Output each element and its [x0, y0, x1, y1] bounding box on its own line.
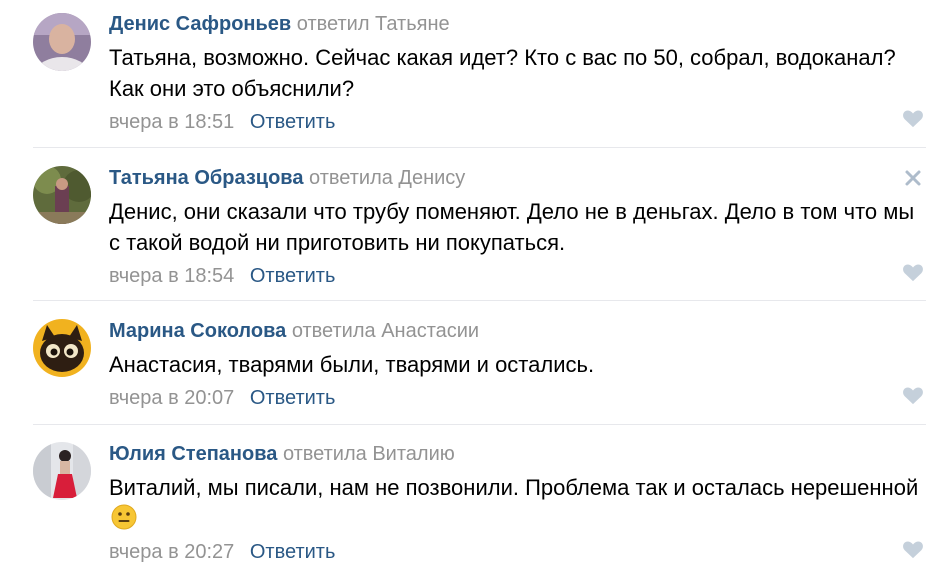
- comment-meta: вчера в 18:54 Ответить: [109, 264, 930, 288]
- avatar[interactable]: [33, 319, 91, 377]
- timestamp[interactable]: вчера в 20:27: [109, 541, 234, 563]
- comments-feed: Денис Сафроньев ответил Татьяне Татьяна,…: [0, 0, 950, 569]
- replied-to[interactable]: ответила Виталию: [283, 443, 455, 465]
- avatar[interactable]: [33, 13, 91, 71]
- reply-button[interactable]: Ответить: [250, 387, 336, 409]
- author-name[interactable]: Марина Соколова: [109, 320, 286, 342]
- avatar[interactable]: [33, 442, 91, 500]
- heart-icon[interactable]: [902, 539, 924, 559]
- divider: [33, 147, 926, 148]
- author-name[interactable]: Денис Сафроньев: [109, 13, 291, 35]
- avatar[interactable]: [33, 166, 91, 224]
- comment-text-content: Виталий, мы писали, нам не позвонили. Пр…: [109, 475, 919, 500]
- comment-text: Анастасия, тварями были, тварями и остал…: [109, 352, 595, 377]
- replied-to[interactable]: ответил Татьяне: [297, 13, 450, 35]
- author-name[interactable]: Татьяна Образцова: [109, 167, 303, 189]
- heart-icon[interactable]: [902, 262, 924, 282]
- comment-header: Татьяна Образцова ответила Денису: [109, 166, 930, 190]
- neutral-face-emoji: [111, 504, 137, 530]
- comment-header: Юлия Степанова ответила Виталию: [109, 442, 930, 466]
- replied-to[interactable]: ответила Анастасии: [292, 320, 479, 342]
- comment-meta: вчера в 20:27 Ответить: [109, 540, 930, 564]
- reply-button[interactable]: Ответить: [250, 541, 336, 563]
- comment-text: Виталий, мы писали, нам не позвонили. Пр…: [109, 472, 930, 534]
- comment-header: Денис Сафроньев ответил Татьяне: [109, 12, 930, 36]
- close-icon[interactable]: [904, 169, 922, 187]
- timestamp[interactable]: вчера в 18:54: [109, 265, 234, 287]
- comment-text: Татьяна, возможно. Сейчас какая идет? Кт…: [109, 45, 896, 101]
- divider: [33, 424, 926, 425]
- comment-meta: вчера в 18:51 Ответить: [109, 110, 930, 134]
- timestamp[interactable]: вчера в 20:07: [109, 387, 234, 409]
- timestamp[interactable]: вчера в 18:51: [109, 111, 234, 133]
- reply-button[interactable]: Ответить: [250, 111, 336, 133]
- reply-button[interactable]: Ответить: [250, 265, 336, 287]
- divider: [33, 300, 926, 301]
- comment-meta: вчера в 20:07 Ответить: [109, 386, 930, 410]
- author-name[interactable]: Юлия Степанова: [109, 443, 277, 465]
- heart-icon[interactable]: [902, 385, 924, 405]
- replied-to[interactable]: ответила Денису: [309, 167, 465, 189]
- comment-header: Марина Соколова ответила Анастасии: [109, 319, 930, 343]
- heart-icon[interactable]: [902, 108, 924, 128]
- comment-text: Денис, они сказали что трубу поменяют. Д…: [109, 199, 915, 255]
